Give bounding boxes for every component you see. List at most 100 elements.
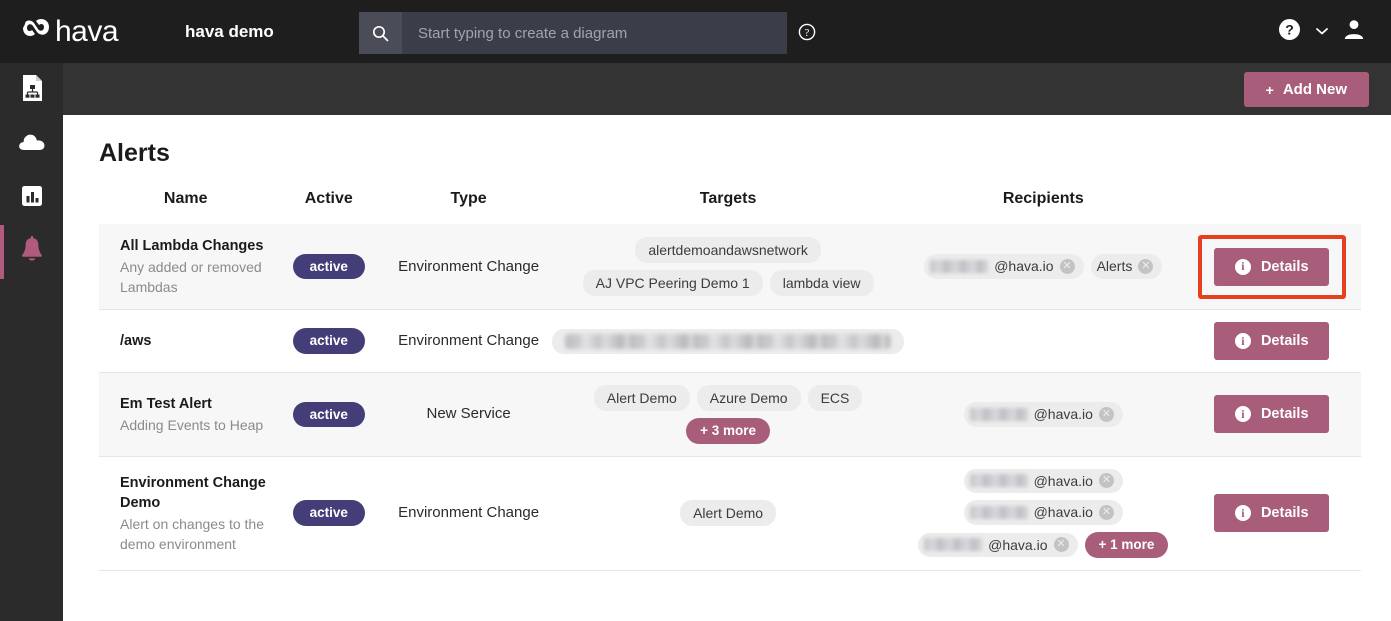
target-tag[interactable]: Alert Demo <box>594 385 690 411</box>
cell-recipients <box>904 310 1182 373</box>
bar-chart-icon <box>20 184 44 213</box>
details-button[interactable]: iDetails <box>1214 395 1329 433</box>
plus-icon: + <box>1266 82 1274 98</box>
recipient-label: @hava.io <box>1034 473 1093 490</box>
cell-recipients: @hava.io✕ <box>904 373 1182 457</box>
search-bar <box>359 12 787 54</box>
person-icon[interactable] <box>1343 18 1365 45</box>
target-tag[interactable]: Alert Demo <box>680 500 776 526</box>
recipient-chip-group: @hava.io✕Alerts✕ <box>904 254 1182 279</box>
target-tag[interactable]: Azure Demo <box>697 385 801 411</box>
details-label: Details <box>1261 505 1309 521</box>
remove-recipient-icon[interactable]: ✕ <box>1099 407 1114 422</box>
sidebar-item-environments[interactable] <box>0 117 63 171</box>
recipient-chip[interactable]: @hava.io ✕ <box>964 469 1123 494</box>
table-row: Em Test AlertAdding Events to Heap active… <box>99 373 1361 457</box>
main-content: Alerts Name Active Type Targets Recipien… <box>63 115 1391 621</box>
status-badge: active <box>293 328 365 354</box>
sidebar-item-reports[interactable] <box>0 171 63 225</box>
table-row: /aws active Environment Change iDetails <box>99 310 1361 373</box>
recipient-label: @hava.io <box>994 258 1053 275</box>
cell-action: iDetails <box>1182 373 1361 457</box>
add-new-button[interactable]: + Add New <box>1244 72 1369 107</box>
bell-icon <box>19 236 45 269</box>
cell-action: iDetails <box>1182 456 1361 570</box>
page-title: Alerts <box>99 139 1391 168</box>
cell-active: active <box>272 224 385 310</box>
recipient-chip[interactable]: Alerts✕ <box>1091 254 1163 279</box>
cloud-icon <box>17 131 47 158</box>
hava-logo-icon <box>22 18 52 46</box>
header-actions: ? <box>1278 0 1365 63</box>
remove-recipient-icon[interactable]: ✕ <box>1060 259 1075 274</box>
cell-type: Environment Change <box>385 456 552 570</box>
status-badge: active <box>293 402 365 428</box>
recipient-label: @hava.io <box>1034 504 1093 521</box>
remove-recipient-icon[interactable]: ✕ <box>1099 473 1114 488</box>
column-header-recipients: Recipients <box>904 190 1182 224</box>
remove-recipient-icon[interactable]: ✕ <box>1138 259 1153 274</box>
details-button[interactable]: iDetails <box>1214 248 1329 286</box>
cell-name: Environment Change DemoAlert on changes … <box>99 456 272 570</box>
cell-targets: Alert Demo Azure Demo ECS + 3 more <box>552 373 904 457</box>
alert-type: Environment Change <box>398 332 539 349</box>
status-badge: active <box>293 254 365 280</box>
target-tag-group: alertdemoandawsnetwork AJ VPC Peering Dem… <box>552 237 904 296</box>
cell-action: iDetails <box>1182 310 1361 373</box>
alert-name: All Lambda Changes <box>120 236 272 256</box>
remove-recipient-icon[interactable]: ✕ <box>1054 537 1069 552</box>
details-button[interactable]: iDetails <box>1214 494 1329 532</box>
help-circle-icon[interactable]: ? <box>1278 18 1301 46</box>
info-icon: i <box>1235 406 1251 422</box>
table-header: Name Active Type Targets Recipients <box>99 190 1361 224</box>
target-tag[interactable]: alertdemoandawsnetwork <box>635 237 821 263</box>
cell-active: active <box>272 310 385 373</box>
alert-name: Em Test Alert <box>120 394 272 414</box>
cell-type: Environment Change <box>385 310 552 373</box>
sidebar <box>0 63 63 621</box>
target-tag[interactable]: AJ VPC Peering Demo 1 <box>583 270 763 296</box>
alert-description: Any added or removed Lambdas <box>120 257 272 297</box>
target-tag-group: Alert Demo <box>552 500 904 526</box>
app-header: hava hava demo ? ? <box>0 0 1391 63</box>
chevron-down-icon[interactable] <box>1315 23 1329 41</box>
recipient-chip-group: @hava.io✕ <box>904 402 1182 427</box>
info-icon: i <box>1235 259 1251 275</box>
cell-name: Em Test AlertAdding Events to Heap <box>99 373 272 457</box>
table-row: All Lambda ChangesAny added or removed L… <box>99 224 1361 310</box>
cell-name: All Lambda ChangesAny added or removed L… <box>99 224 272 310</box>
details-button[interactable]: iDetails <box>1214 322 1329 360</box>
target-tag[interactable]: ECS <box>808 385 863 411</box>
column-header-type: Type <box>385 190 552 224</box>
column-header-name: Name <box>99 190 272 224</box>
add-new-label: Add New <box>1283 81 1347 98</box>
help-circle-icon[interactable]: ? <box>798 23 816 46</box>
cell-name: /aws <box>99 310 272 373</box>
recipient-chip[interactable]: @hava.io ✕ <box>924 254 1083 279</box>
targets-more-badge[interactable]: + 3 more <box>686 418 770 444</box>
alert-description: Alert on changes to the demo environment <box>120 514 272 554</box>
recipient-chip[interactable]: @hava.io✕ <box>918 533 1077 558</box>
column-header-active: Active <box>272 190 385 224</box>
target-tag-group: Alert Demo Azure Demo ECS + 3 more <box>552 385 904 444</box>
redaction-blur <box>930 260 988 273</box>
alerts-table: Name Active Type Targets Recipients All … <box>99 190 1361 571</box>
redaction-blur <box>565 334 891 349</box>
recipient-chip[interactable]: @hava.io ✕ <box>964 500 1123 525</box>
alert-description: Adding Events to Heap <box>120 415 272 435</box>
svg-text:?: ? <box>1285 21 1294 37</box>
sidebar-item-alerts[interactable] <box>0 225 63 279</box>
table-row: Environment Change DemoAlert on changes … <box>99 456 1361 570</box>
target-tag-group <box>552 329 904 354</box>
remove-recipient-icon[interactable]: ✕ <box>1099 505 1114 520</box>
column-header-targets: Targets <box>552 190 904 224</box>
recipients-more-badge[interactable]: + 1 more <box>1085 532 1169 558</box>
search-icon[interactable] <box>359 12 402 54</box>
cell-targets: Alert Demo <box>552 456 904 570</box>
toolbar: + Add New <box>63 63 1391 115</box>
search-input[interactable] <box>402 12 787 54</box>
logo[interactable]: hava <box>22 17 152 47</box>
target-tag[interactable]: lambda view <box>770 270 874 296</box>
recipient-chip[interactable]: @hava.io✕ <box>964 402 1123 427</box>
sidebar-item-diagrams[interactable] <box>0 63 63 117</box>
